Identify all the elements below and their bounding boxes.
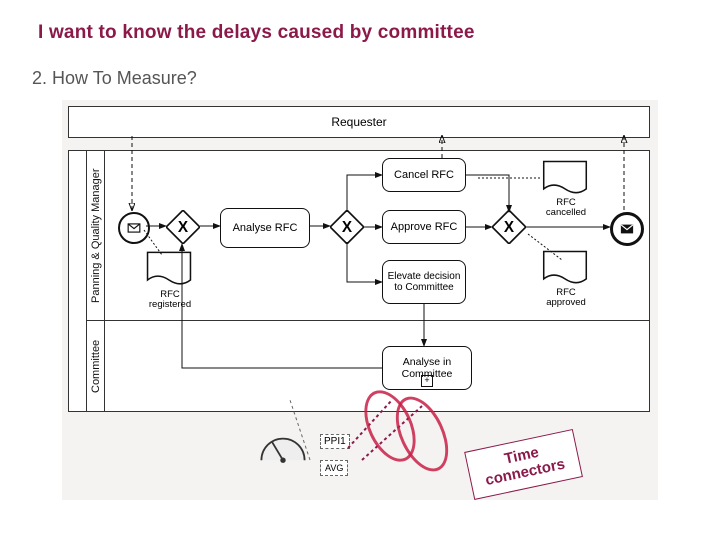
doc-rfc-registered-label: RFC registered xyxy=(140,290,200,311)
ppi-label: PPI1 xyxy=(320,434,350,449)
pool-requester-label: Requester xyxy=(69,107,649,137)
doc-rfc-approved xyxy=(542,250,588,288)
task-cancel-rfc: Cancel RFC xyxy=(382,158,466,192)
task-elevate: Elevate decision to Committee xyxy=(382,260,466,304)
gateway-split: X xyxy=(166,210,200,244)
start-message-event xyxy=(118,212,150,244)
subprocess-marker-icon: + xyxy=(421,375,433,387)
doc-rfc-cancelled xyxy=(542,160,588,198)
gateway-merge: X xyxy=(492,210,526,244)
gauge-icon xyxy=(256,426,310,466)
doc-rfc-registered xyxy=(146,250,192,290)
gateway-decision: X xyxy=(330,210,364,244)
task-analyse-committee: Analyse in Committee + xyxy=(382,346,472,390)
lane-committee-header: Committee xyxy=(86,320,106,412)
bpmn-diagram: Requester Panning & Quality Manager Comm… xyxy=(62,100,658,500)
envelope-icon xyxy=(127,221,141,235)
task-analyse-rfc: Analyse RFC xyxy=(220,208,310,248)
svg-text:X: X xyxy=(504,219,515,236)
section-heading: 2. How To Measure? xyxy=(32,68,197,89)
pool-requester: Requester xyxy=(68,106,650,138)
task-approve-rfc: Approve RFC xyxy=(382,210,466,244)
pool-main-header xyxy=(68,150,88,412)
doc-rfc-approved-label: RFC approved xyxy=(536,288,596,309)
svg-text:X: X xyxy=(342,219,353,236)
doc-rfc-cancelled-label: RFC cancelled xyxy=(536,198,596,219)
annotation-time-connectors: Time connectors xyxy=(464,429,583,499)
page-title: I want to know the delays caused by comm… xyxy=(38,22,475,44)
avg-label: AVG xyxy=(320,460,348,476)
envelope-icon xyxy=(620,222,634,236)
end-message-event xyxy=(610,212,644,246)
svg-text:X: X xyxy=(178,219,189,236)
lane-pm-header: Panning & Quality Manager xyxy=(86,150,106,322)
